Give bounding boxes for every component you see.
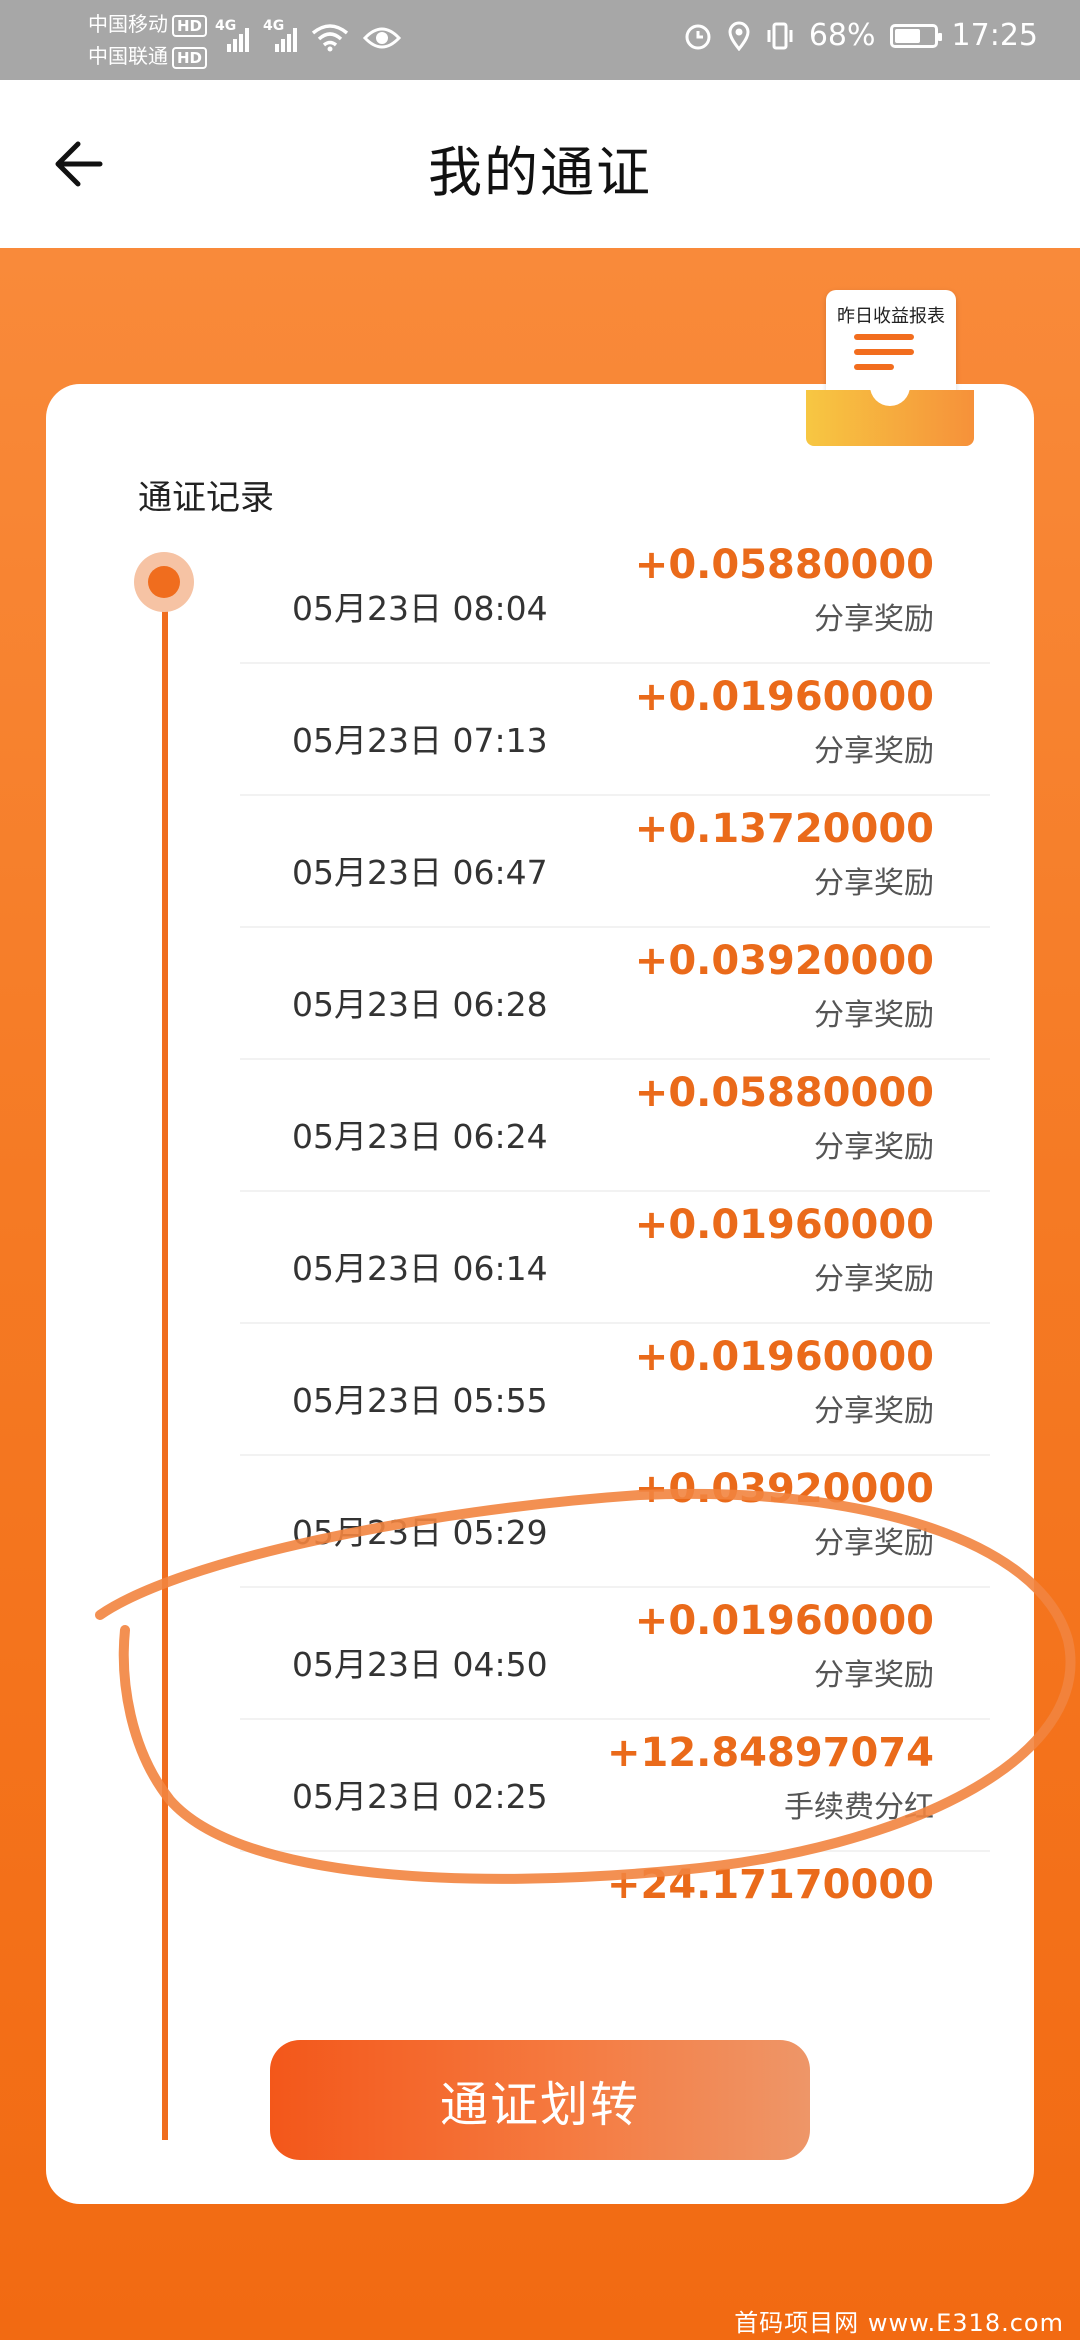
record-time: 05月23日 07:13 <box>292 721 548 760</box>
record-time: 05月23日 04:50 <box>292 1645 548 1684</box>
record-time: 05月23日 06:24 <box>292 1117 548 1156</box>
record-type: 分享奖励 <box>814 998 934 1033</box>
hd-badge: HD <box>172 47 208 69</box>
signal-icon: 4G <box>263 18 297 52</box>
vibrate-icon <box>767 22 793 49</box>
record-row: 05月23日 08:04 +0.05880000 分享奖励 <box>46 532 1034 664</box>
record-amount: +0.01960000 <box>634 1598 934 1644</box>
record-time: 05月23日 06:47 <box>292 853 548 892</box>
record-time: 05月23日 05:29 <box>292 1513 548 1552</box>
app-header: 我的通证 <box>0 80 1080 248</box>
record-type: 分享奖励 <box>814 602 934 637</box>
section-title: 通证记录 <box>138 478 274 518</box>
record-row: 05月23日 04:50 +0.01960000 分享奖励 <box>46 1588 1034 1720</box>
record-type: 分享奖励 <box>814 1130 934 1165</box>
record-type: 分享奖励 <box>814 866 934 901</box>
record-time: 05月23日 02:25 <box>292 1777 548 1816</box>
record-type: 分享奖励 <box>814 1658 934 1693</box>
record-amount: +24.17170000 <box>606 1862 934 1908</box>
record-row: 05月23日 06:14 +0.01960000 分享奖励 <box>46 1192 1034 1324</box>
record-type: 分享奖励 <box>814 1262 934 1297</box>
status-bar: 中国移动 HD 中国联通 HD 4G 4G 68% 17:25 <box>0 0 1080 80</box>
carrier-1: 中国移动 <box>88 12 168 36</box>
record-list: 05月23日 08:04 +0.05880000 分享奖励 05月23日 07:13 +… <box>46 532 1034 1984</box>
record-type: 分享奖励 <box>814 1394 934 1429</box>
record-row: 05月23日 06:28 +0.03920000 分享奖励 <box>46 928 1034 1060</box>
record-type: 分享奖励 <box>814 1526 934 1561</box>
record-time: 05月23日 08:04 <box>292 589 548 628</box>
token-record-card: 通证记录 05月23日 08:04 +0.05880000 分享奖励 05月23日 0… <box>46 384 1034 2204</box>
record-amount: +0.13720000 <box>634 806 934 852</box>
record-row: 05月23日 06:24 +0.05880000 分享奖励 <box>46 1060 1034 1192</box>
record-row: 05月23日 05:29 +0.03920000 分享奖励 <box>46 1456 1034 1588</box>
record-row: 05月23日 07:13 +0.01960000 分享奖励 <box>46 664 1034 796</box>
record-row: 05月23日 06:47 +0.13720000 分享奖励 <box>46 796 1034 928</box>
record-type: 分享奖励 <box>814 734 934 769</box>
hd-badge: HD <box>172 15 208 37</box>
record-amount: +0.01960000 <box>634 1202 934 1248</box>
record-time: 05月23日 06:28 <box>292 985 548 1024</box>
record-amount: +0.03920000 <box>634 1466 934 1512</box>
record-amount: +0.03920000 <box>634 938 934 984</box>
report-tray <box>806 370 974 446</box>
record-amount: +0.01960000 <box>634 674 934 720</box>
page-title: 我的通证 <box>428 141 652 204</box>
carrier-2: 中国联通 <box>88 44 168 68</box>
report-badge[interactable]: 昨日收益报表 <box>806 290 974 446</box>
record-time: 05月23日 05:55 <box>292 1381 548 1420</box>
signal-group: 4G 4G <box>215 18 401 52</box>
record-row: +24.17170000 <box>46 1852 1034 1984</box>
record-row: 05月23日 05:55 +0.01960000 分享奖励 <box>46 1324 1034 1456</box>
location-icon <box>728 21 750 51</box>
status-right: 68% 17:25 <box>683 18 1038 53</box>
alarm-icon <box>685 24 711 49</box>
record-amount: +12.84897074 <box>606 1730 934 1776</box>
wifi-icon <box>311 24 349 52</box>
signal-icon: 4G <box>215 18 249 52</box>
clock: 17:25 <box>951 18 1038 53</box>
record-amount: +0.05880000 <box>634 1070 934 1116</box>
record-row: 05月23日 02:25 +12.84897074 手续费分红 <box>46 1720 1034 1852</box>
carrier-info: 中国移动 HD 中国联通 HD <box>88 8 208 72</box>
watermark: 首码项目网 www.E318.com <box>734 2309 1064 2337</box>
record-time: 05月23日 06:14 <box>292 1249 548 1288</box>
battery-text: 68% <box>808 18 876 53</box>
record-amount: +0.01960000 <box>634 1334 934 1380</box>
battery-icon <box>889 23 942 48</box>
record-type: 手续费分红 <box>784 1790 934 1825</box>
eye-icon <box>363 27 401 49</box>
report-label: 昨日收益报表 <box>837 306 945 327</box>
transfer-button[interactable]: 通证划转 <box>270 2040 810 2160</box>
record-amount: +0.05880000 <box>634 542 934 588</box>
